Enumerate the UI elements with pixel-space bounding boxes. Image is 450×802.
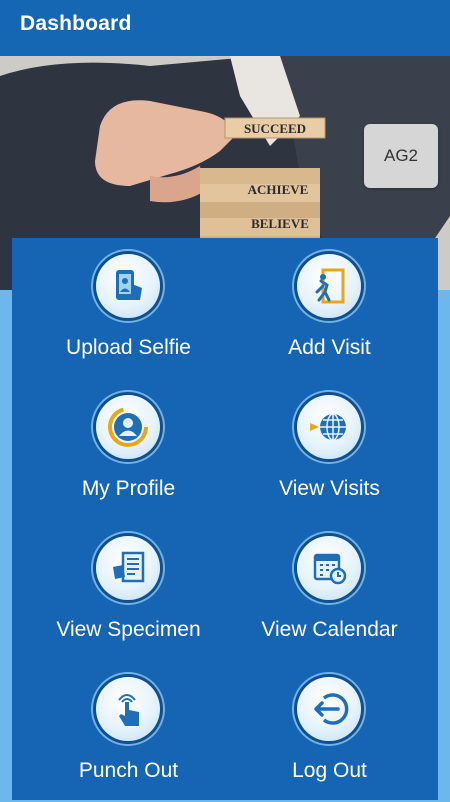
upload-selfie-button[interactable]: Upload Selfie (22, 238, 235, 379)
view-specimen-button[interactable]: View Specimen (22, 520, 235, 661)
page-title: Dashboard (20, 12, 132, 35)
menu-panel: Upload Selfie Add Visit My Profile View … (12, 238, 438, 800)
upload-selfie-label: Upload Selfie (66, 336, 191, 359)
view-calendar-label: View Calendar (261, 618, 398, 641)
globe-arrow-icon (297, 395, 361, 459)
log-out-label: Log Out (292, 759, 367, 782)
log-out-button[interactable]: Log Out (223, 661, 436, 802)
app-bar: Dashboard (0, 0, 450, 56)
block-believe: BELIEVE (251, 216, 309, 231)
punch-out-label: Punch Out (78, 759, 179, 782)
touch-finger-icon (96, 677, 160, 741)
document-hand-icon (96, 536, 160, 600)
logout-arrow-icon (297, 677, 361, 741)
view-visits-button[interactable]: View Visits (223, 379, 436, 520)
user-badge[interactable]: AG2 (364, 124, 438, 188)
add-visit-label: Add Visit (288, 336, 371, 359)
block-succeed: SUCCEED (244, 121, 306, 136)
profile-avatar-icon (96, 395, 160, 459)
my-profile-button[interactable]: My Profile (22, 379, 235, 520)
my-profile-label: My Profile (81, 477, 176, 500)
punch-out-button[interactable]: Punch Out (22, 661, 235, 802)
calendar-clock-icon (297, 536, 361, 600)
view-specimen-label: View Specimen (56, 618, 201, 641)
view-calendar-button[interactable]: View Calendar (223, 520, 436, 661)
block-achieve: ACHIEVE (248, 182, 309, 197)
door-walk-icon (297, 254, 361, 318)
view-visits-label: View Visits (279, 477, 380, 500)
selfie-phone-icon (96, 254, 160, 318)
add-visit-button[interactable]: Add Visit (223, 238, 436, 379)
